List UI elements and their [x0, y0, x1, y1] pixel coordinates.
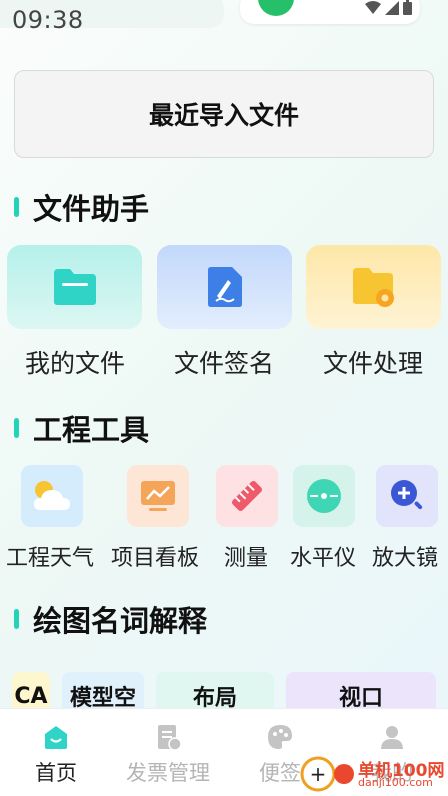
- home-icon: [45, 726, 67, 749]
- battery-icon: [403, 0, 412, 15]
- watermark-url: danji100.com: [358, 776, 433, 789]
- my-files-card[interactable]: [7, 245, 142, 329]
- svg-text:+: +: [310, 762, 327, 786]
- nav-item-invoice[interactable]: 发票管理: [112, 709, 224, 796]
- invoice-icon: [158, 725, 182, 751]
- ruler-icon: [231, 480, 263, 512]
- section-accent-bar: [14, 609, 19, 629]
- section-accent-bar: [14, 418, 19, 438]
- section-title-file-helper: 文件助手: [14, 186, 149, 228]
- file-processing-card[interactable]: [306, 245, 441, 329]
- watermark-logo-icon: +: [300, 756, 354, 792]
- file-signature-label: 文件签名: [173, 349, 274, 378]
- section-title-text: 工程工具: [33, 413, 150, 447]
- nav-label: 首页: [35, 761, 77, 785]
- level-tool-button[interactable]: [293, 465, 355, 527]
- signature-icon: [207, 267, 242, 307]
- system-icons: [365, 0, 412, 15]
- level-tool-label: 水平仪: [290, 546, 357, 571]
- project-board-button[interactable]: [127, 465, 189, 527]
- weather-tool-label: 工程天气: [6, 546, 95, 571]
- project-board-label: 项目看板: [111, 546, 200, 571]
- folder-gear-icon: [352, 268, 394, 307]
- section-title-glossary: 绘图名词解释: [14, 598, 207, 640]
- level-icon: [307, 479, 341, 513]
- board-icon: [141, 481, 175, 511]
- magnifier-icon: [391, 480, 423, 510]
- magnifier-tool-button[interactable]: [376, 465, 438, 527]
- weather-icon: [34, 481, 70, 510]
- signal-icon: [385, 0, 399, 15]
- call-indicator-icon: [258, 0, 294, 16]
- section-title-text: 文件助手: [33, 192, 150, 226]
- magnifier-tool-label: 放大镜: [372, 546, 439, 571]
- recent-import-label: 最近导入文件: [148, 101, 299, 130]
- nav-label: 发票管理: [126, 761, 210, 785]
- status-bar-right: [240, 0, 420, 24]
- my-files-label: 我的文件: [24, 349, 125, 378]
- measure-tool-label: 测量: [224, 546, 269, 571]
- wifi-icon: [365, 0, 381, 14]
- nav-item-home[interactable]: 首页: [0, 709, 112, 796]
- section-accent-bar: [14, 197, 19, 217]
- user-icon: [381, 726, 403, 749]
- watermark: + 单机100网 danji100.com: [300, 752, 448, 796]
- section-title-text: 绘图名词解释: [33, 604, 208, 638]
- folder-icon: [53, 269, 96, 305]
- file-processing-label: 文件处理: [322, 349, 423, 378]
- recent-import-button[interactable]: 最近导入文件: [14, 70, 434, 158]
- weather-tool-button[interactable]: [21, 465, 83, 527]
- palette-icon: [268, 725, 292, 749]
- section-title-engineering-tools: 工程工具: [14, 407, 149, 449]
- measure-tool-button[interactable]: [216, 465, 278, 527]
- file-signature-card[interactable]: [157, 245, 292, 329]
- status-time: 09:38: [12, 6, 84, 34]
